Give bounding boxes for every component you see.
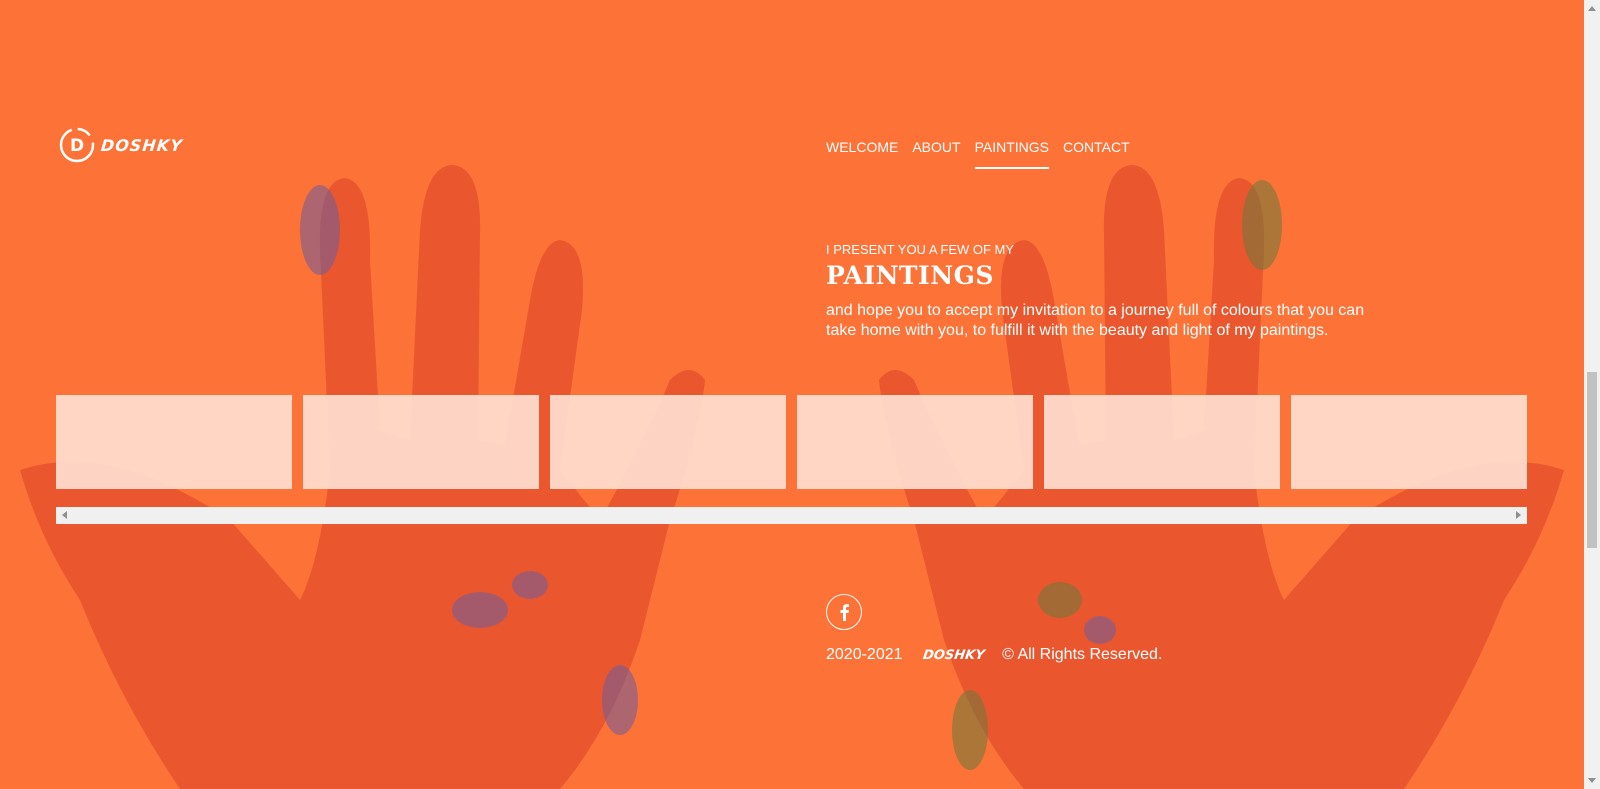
nav-contact[interactable]: CONTACT [1063,139,1130,169]
main-nav: WELCOME ABOUT PAINTINGS CONTACT [826,139,1144,169]
scroll-down-arrow-icon[interactable] [1588,778,1596,783]
page-vertical-scrollbar[interactable] [1584,0,1600,789]
scroll-up-arrow-icon[interactable] [1588,6,1596,11]
footer-brand-logo: DOSHKY [921,647,986,663]
painting-tile[interactable] [550,395,786,489]
scrollbar-thumb[interactable] [1587,372,1597,548]
painting-tile[interactable] [303,395,539,489]
brand-logo[interactable]: D DOSHKY [58,126,184,164]
nav-paintings[interactable]: PAINTINGS [974,139,1049,169]
facebook-link[interactable] [826,594,862,630]
nav-about[interactable]: ABOUT [912,139,960,169]
site-footer: 2020-2021 DOSHKY © All Rights Reserved. [826,646,1162,664]
paintings-intro: I PRESENT YOU A FEW OF MY PAINTINGS and … [826,242,1426,341]
facebook-icon [840,604,849,621]
brand-name: DOSHKY [100,135,184,155]
copyright-text: © All Rights Reserved. [1002,646,1163,663]
page-title: PAINTINGS [826,261,994,290]
gallery-horizontal-scrollbar[interactable] [56,507,1527,524]
copyright-years: 2020-2021 [826,646,903,663]
paintings-gallery [56,395,1527,489]
intro-description: and hope you to accept my invitation to … [826,302,1365,339]
painting-tile[interactable] [1044,395,1280,489]
painting-tile[interactable] [56,395,292,489]
scroll-left-arrow-icon[interactable] [62,511,67,519]
nav-welcome[interactable]: WELCOME [826,139,898,169]
logo-circle-icon: D [59,127,95,163]
scroll-right-arrow-icon[interactable] [1516,511,1521,519]
logo-letter: D [70,136,84,156]
painting-tile[interactable] [797,395,1033,489]
painting-tile[interactable] [1291,395,1527,489]
intro-kicker: I PRESENT YOU A FEW OF MY [826,242,1015,257]
